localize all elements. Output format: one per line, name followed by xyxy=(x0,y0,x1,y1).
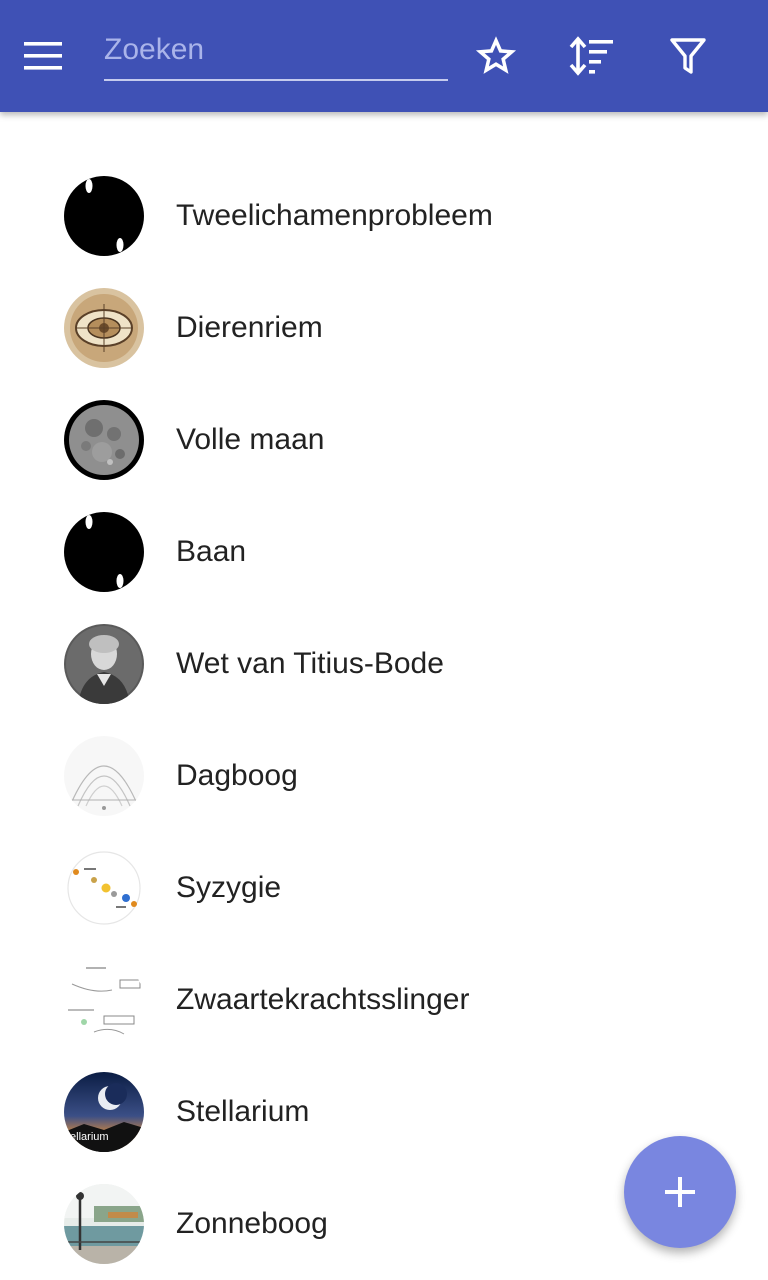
sort-icon xyxy=(569,36,613,76)
list-item-title: Zwaartekrachtsslinger xyxy=(176,983,470,1016)
list-item[interactable]: Syzygie xyxy=(0,832,768,944)
app-bar xyxy=(0,0,768,112)
zodiac-chart-thumbnail xyxy=(64,288,144,368)
list-item[interactable]: Baan xyxy=(0,496,768,608)
list-item-title: Tweelichamenprobleem xyxy=(176,199,493,232)
list-item[interactable]: Volle maan xyxy=(0,384,768,496)
list-item-title: Baan xyxy=(176,535,247,568)
orbit-thumbnail xyxy=(64,512,144,592)
article-list: Tweelichamenprobleem Dierenriem Volle ma… xyxy=(0,160,768,1280)
two-body-orbit-thumbnail xyxy=(64,176,144,256)
sort-button[interactable] xyxy=(564,28,620,84)
menu-button[interactable] xyxy=(24,28,88,84)
list-item-title: Syzygie xyxy=(176,871,282,904)
diurnal-arc-diagram-thumbnail xyxy=(64,736,144,816)
list-item-title: Dagboog xyxy=(176,759,298,792)
search-underline xyxy=(104,79,448,81)
stellarium-logo-thumbnail: tellarium xyxy=(64,1072,144,1152)
syzygy-diagram-thumbnail xyxy=(64,848,144,928)
full-moon-thumbnail xyxy=(64,400,144,480)
list-item-title: Wet van Titius-Bode xyxy=(176,647,444,680)
search-input[interactable] xyxy=(104,22,448,78)
list-item[interactable]: Dierenriem xyxy=(0,272,768,384)
star-outline-icon xyxy=(475,36,517,74)
list-item-title: Volle maan xyxy=(176,423,325,456)
filter-icon xyxy=(670,38,706,74)
add-button[interactable] xyxy=(624,1136,736,1248)
list-item[interactable]: Zwaartekrachtsslinger xyxy=(0,944,768,1056)
list-item[interactable]: Dagboog xyxy=(0,720,768,832)
sundial-photo-thumbnail xyxy=(64,1184,144,1264)
list-item-title: Zonneboog xyxy=(176,1207,328,1240)
list-item[interactable]: Tweelichamenprobleem xyxy=(0,160,768,272)
svg-text:tellarium: tellarium xyxy=(67,1131,109,1143)
list-item[interactable]: Wet van Titius-Bode xyxy=(0,608,768,720)
portrait-engraving-thumbnail xyxy=(64,624,144,704)
search-box xyxy=(104,22,448,82)
favorites-button[interactable] xyxy=(468,28,524,84)
add-icon xyxy=(665,1177,695,1207)
list-item-title: Dierenriem xyxy=(176,311,323,344)
menu-icon xyxy=(24,42,62,70)
gravity-assist-diagram-thumbnail xyxy=(64,960,144,1040)
filter-button[interactable] xyxy=(660,28,716,84)
list-item-title: Stellarium xyxy=(176,1095,310,1128)
